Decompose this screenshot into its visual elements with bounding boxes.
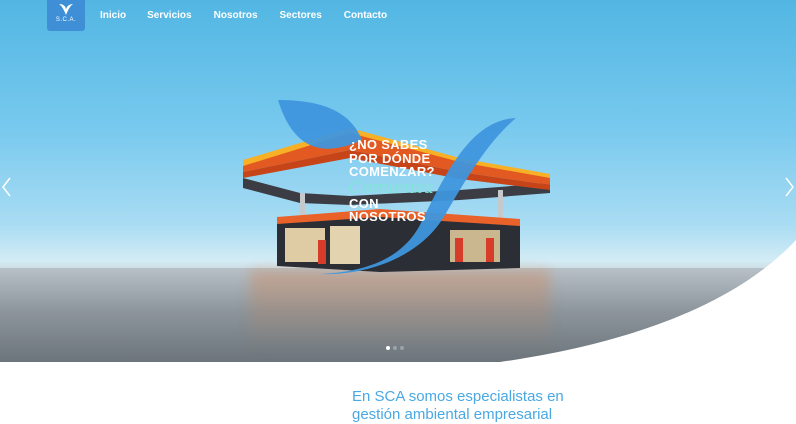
headline-line-3: COMENZAR?	[349, 164, 435, 179]
hero-slider: ¿NO SABES POR DÓNDE COMENZAR? Comienza C…	[0, 0, 796, 362]
intro-heading: En SCA somos especialistas en gestión am…	[352, 388, 632, 424]
slider-dot-3[interactable]	[400, 346, 404, 350]
intro-line-1: En SCA somos especialistas en	[352, 388, 564, 405]
slider-next-button[interactable]	[782, 176, 796, 198]
intro-line-2: gestión ambiental empresarial	[352, 406, 553, 423]
headline-line-4: CON	[349, 195, 379, 211]
nav-sectores[interactable]: Sectores	[280, 10, 322, 21]
chevron-right-icon	[785, 177, 794, 197]
main-nav: Inicio Servicios Nosotros Sectores Conta…	[100, 10, 387, 21]
logo-mark-icon	[59, 4, 73, 15]
logo[interactable]: S.C.A.	[47, 0, 85, 31]
hero-headline: ¿NO SABES POR DÓNDE COMENZAR? Comienza C…	[349, 138, 469, 224]
nav-inicio[interactable]: Inicio	[100, 10, 126, 21]
slider-dot-2[interactable]	[393, 346, 397, 350]
headline-line-2: POR DÓNDE	[349, 150, 431, 166]
headline-line-5: NOSOTROS	[349, 209, 426, 224]
slider-dot-1[interactable]	[386, 346, 390, 350]
logo-text: S.C.A.	[55, 17, 77, 23]
slider-dots	[386, 346, 404, 350]
slider-prev-button[interactable]	[0, 176, 14, 198]
nav-nosotros[interactable]: Nosotros	[214, 10, 258, 21]
headline-script: Comienza	[349, 177, 434, 198]
nav-contacto[interactable]: Contacto	[344, 10, 387, 21]
nav-servicios[interactable]: Servicios	[147, 10, 191, 21]
chevron-left-icon	[2, 177, 11, 197]
headline-line-1: ¿NO SABES	[349, 137, 428, 152]
